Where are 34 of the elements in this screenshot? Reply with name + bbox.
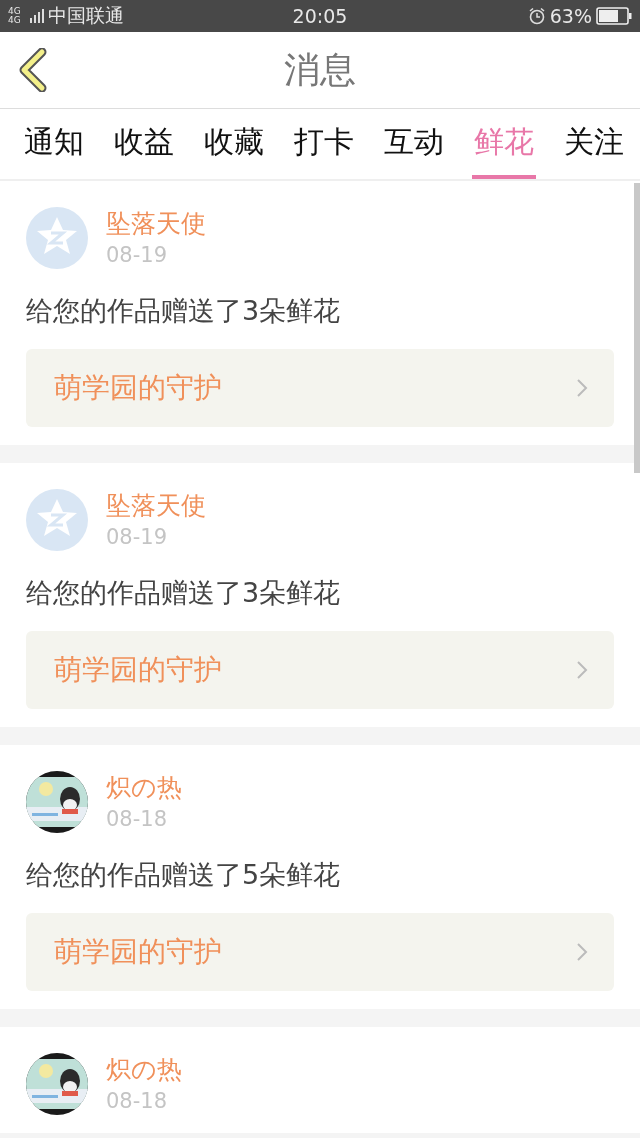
avatar-icon [26, 207, 88, 269]
sender-name[interactable]: 炽の热 [106, 1053, 182, 1087]
back-icon[interactable] [18, 48, 48, 92]
page-title: 消息 [284, 47, 356, 92]
tab[interactable]: 收益 [112, 109, 176, 179]
sender-name[interactable]: 炽の热 [106, 771, 182, 805]
battery-icon [596, 7, 632, 25]
tab[interactable]: 关注 [562, 109, 626, 179]
work-link[interactable]: 萌学园的守护 [26, 631, 614, 709]
tab[interactable]: 通知 [22, 109, 86, 179]
chevron-icon [576, 942, 588, 962]
carrier-name: 中国联通 [48, 3, 124, 28]
work-link[interactable]: 萌学园的守护 [26, 913, 614, 991]
tab[interactable]: 收藏 [202, 109, 266, 179]
alarm-icon [527, 7, 546, 25]
message-date: 08-19 [106, 242, 169, 269]
signal-icon [30, 9, 44, 23]
message-text: 给您的作品赠送了3朵鲜花 [26, 294, 342, 328]
avatar-icon [26, 489, 88, 551]
message-date: 08-19 [106, 524, 169, 551]
sender-name[interactable]: 坠落天使 [106, 207, 206, 241]
clock: 20:05 [292, 5, 348, 27]
battery-percent: 63% [549, 5, 592, 27]
message-text: 给您的作品赠送了5朵鲜花 [26, 858, 342, 892]
tab[interactable]: 打卡 [292, 109, 356, 179]
message-text: 给您的作品赠送了3朵鲜花 [26, 576, 342, 610]
message-date: 08-18 [106, 806, 169, 833]
chevron-icon [576, 660, 588, 680]
network-indicator: 4G 4G [8, 7, 22, 25]
tab[interactable]: 互动 [382, 109, 446, 179]
message-date: 08-18 [106, 1088, 169, 1115]
sender-name[interactable]: 坠落天使 [106, 489, 206, 523]
chevron-icon [576, 378, 588, 398]
work-link[interactable]: 萌学园的守护 [26, 349, 614, 427]
